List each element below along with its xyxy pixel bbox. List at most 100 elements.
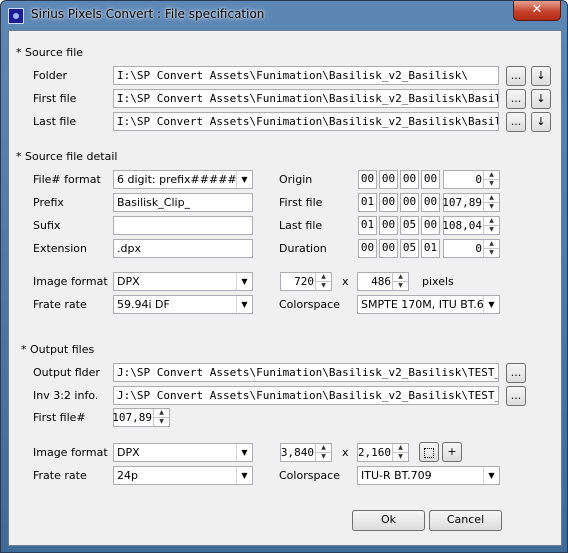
origin-tc-minutes[interactable]: 00 (379, 170, 398, 189)
last-file-browse-button[interactable]: ... (506, 112, 526, 132)
output-height-value: 2,160 (357, 446, 391, 459)
first-file-browse-button[interactable]: ... (506, 89, 526, 109)
output-first-file-spinner[interactable]: 107,89 ▲ ▼ (112, 408, 170, 427)
first-file-input[interactable]: I:\SP Convert Assets\Funimation\Basilisk… (113, 89, 499, 108)
spinner-updown-icon[interactable]: ▲ ▼ (483, 217, 499, 234)
file-format-value: 6 digit: prefix######su (117, 173, 253, 186)
folder-input[interactable]: I:\SP Convert Assets\Funimation\Basilisk… (113, 66, 499, 85)
source-width-spinner[interactable]: 720 ▲ ▼ (280, 272, 332, 291)
origin-tc-seconds[interactable]: 00 (400, 170, 419, 189)
folder-browse-button[interactable]: ... (506, 66, 526, 86)
extension-label: Extension (33, 242, 88, 255)
sufix-input[interactable] (113, 216, 253, 235)
source-height-spinner[interactable]: 486 ▲ ▼ (357, 272, 409, 291)
spinner-updown-icon[interactable]: ▲ ▼ (315, 273, 331, 290)
duration-label: Duration (279, 242, 327, 255)
last-tc-minutes[interactable]: 00 (379, 216, 398, 235)
cancel-button[interactable]: Cancel (429, 510, 502, 531)
close-button[interactable]: ✕ (513, 1, 561, 21)
app-icon (8, 8, 24, 24)
chevron-down-icon: ▼ (236, 296, 252, 313)
output-folder-label: Output flder (33, 366, 100, 379)
duration-tc-frames[interactable]: 01 (421, 239, 440, 258)
output-image-format-select[interactable]: DPX ▼ (113, 443, 253, 462)
inv-info-label: Inv 3:2 info. (33, 389, 99, 402)
origin-tc-frames[interactable]: 00 (421, 170, 440, 189)
pixels-label: pixels (422, 275, 454, 288)
chevron-down-icon: ▼ (483, 296, 499, 313)
spinner-updown-icon[interactable]: ▲ ▼ (483, 171, 499, 188)
source-height-value: 486 (371, 275, 391, 288)
last-frames-value: 108,04 (442, 219, 482, 232)
output-frame-rate-label: Frate rate (33, 469, 87, 482)
output-first-file-value: 107,89 (112, 411, 152, 424)
spinner-updown-icon[interactable]: ▲ ▼ (392, 273, 408, 290)
colorspace-label: Colorspace (279, 298, 340, 311)
inv-info-input[interactable]: J:\SP Convert Assets\Funimation\Basilisk… (113, 386, 499, 405)
duration-tc-seconds[interactable]: 05 (400, 239, 419, 258)
dialog-body: * Source file Folder I:\SP Convert Asset… (8, 30, 562, 546)
first-file-down-button[interactable]: ↓ (531, 89, 551, 109)
output-dimension-x-label: x (342, 446, 349, 459)
spinner-updown-icon[interactable]: ▲ ▼ (483, 194, 499, 211)
last-file-down-button[interactable]: ↓ (531, 112, 551, 132)
resolution-preset-button[interactable] (419, 442, 439, 462)
inv-info-browse-button[interactable]: ... (506, 386, 526, 406)
duration-frames-value: 0 (475, 242, 482, 255)
last-file-tc-label: Last file (279, 219, 323, 232)
output-width-spinner[interactable]: 3,840 ▲ ▼ (280, 443, 332, 462)
duration-tc-hours[interactable]: 00 (358, 239, 377, 258)
first-tc-minutes[interactable]: 00 (379, 193, 398, 212)
output-colorspace-value: ITU-R BT.709 (361, 469, 432, 482)
image-format-value: DPX (117, 275, 140, 288)
origin-frames-value: 0 (475, 173, 482, 186)
chevron-down-icon: ▼ (236, 467, 252, 484)
frame-rate-select[interactable]: 59.94i DF ▼ (113, 295, 253, 314)
output-colorspace-label: Colorspace (279, 469, 340, 482)
last-tc-hours[interactable]: 01 (358, 216, 377, 235)
title-bar[interactable]: Sirius Pixels Convert : File specificati… (1, 1, 567, 29)
output-frame-rate-select[interactable]: 24p ▼ (113, 466, 253, 485)
add-resolution-button[interactable]: + (442, 442, 462, 462)
last-tc-frames[interactable]: 00 (421, 216, 440, 235)
first-frames-spinner[interactable]: 107,89 ▲ ▼ (442, 193, 500, 212)
extension-input[interactable]: .dpx (113, 239, 253, 258)
origin-tc-hours[interactable]: 00 (358, 170, 377, 189)
window-title: Sirius Pixels Convert : File specificati… (31, 7, 265, 21)
spinner-updown-icon[interactable]: ▲ ▼ (153, 409, 169, 426)
last-tc-seconds[interactable]: 05 (400, 216, 419, 235)
dimension-x-label: x (342, 275, 349, 288)
last-frames-spinner[interactable]: 108,04 ▲ ▼ (442, 216, 500, 235)
first-tc-hours[interactable]: 01 (358, 193, 377, 212)
output-width-value: 3,840 (280, 446, 314, 459)
first-tc-frames[interactable]: 00 (421, 193, 440, 212)
spinner-updown-icon[interactable]: ▲ ▼ (315, 444, 331, 461)
colorspace-select[interactable]: SMPTE 170M, ITU BT.601 ▼ (357, 295, 500, 314)
last-file-input[interactable]: I:\SP Convert Assets\Funimation\Basilisk… (113, 112, 499, 131)
output-image-format-label: Image format (33, 446, 108, 459)
first-tc-seconds[interactable]: 00 (400, 193, 419, 212)
file-format-label: File# format (33, 173, 101, 186)
spinner-updown-icon[interactable]: ▲ ▼ (483, 240, 499, 257)
output-colorspace-select[interactable]: ITU-R BT.709 ▼ (357, 466, 500, 485)
output-height-spinner[interactable]: 2,160 ▲ ▼ (357, 443, 409, 462)
chevron-down-icon: ▼ (236, 171, 252, 188)
source-detail-header: * Source file detail (16, 150, 118, 163)
spinner-updown-icon[interactable]: ▲ ▼ (392, 444, 408, 461)
chevron-down-icon: ▼ (483, 467, 499, 484)
duration-tc-minutes[interactable]: 00 (379, 239, 398, 258)
output-first-file-label: First file# (33, 411, 86, 424)
duration-frames-spinner[interactable]: 0 ▲ ▼ (443, 239, 500, 258)
output-frame-rate-value: 24p (117, 469, 138, 482)
ok-button[interactable]: Ok (352, 510, 425, 531)
output-folder-browse-button[interactable]: ... (506, 363, 526, 383)
output-folder-input[interactable]: J:\SP Convert Assets\Funimation\Basilisk… (113, 363, 499, 382)
file-format-select[interactable]: 6 digit: prefix######su ▼ (113, 170, 253, 189)
prefix-input[interactable]: Basilisk_Clip_ (113, 193, 253, 212)
folder-down-button[interactable]: ↓ (531, 66, 551, 86)
origin-frames-spinner[interactable]: 0 ▲ ▼ (443, 170, 500, 189)
image-format-select[interactable]: DPX ▼ (113, 272, 253, 291)
source-width-value: 720 (294, 275, 314, 288)
first-file-label: First file (33, 92, 77, 105)
chevron-down-icon: ▼ (236, 273, 252, 290)
